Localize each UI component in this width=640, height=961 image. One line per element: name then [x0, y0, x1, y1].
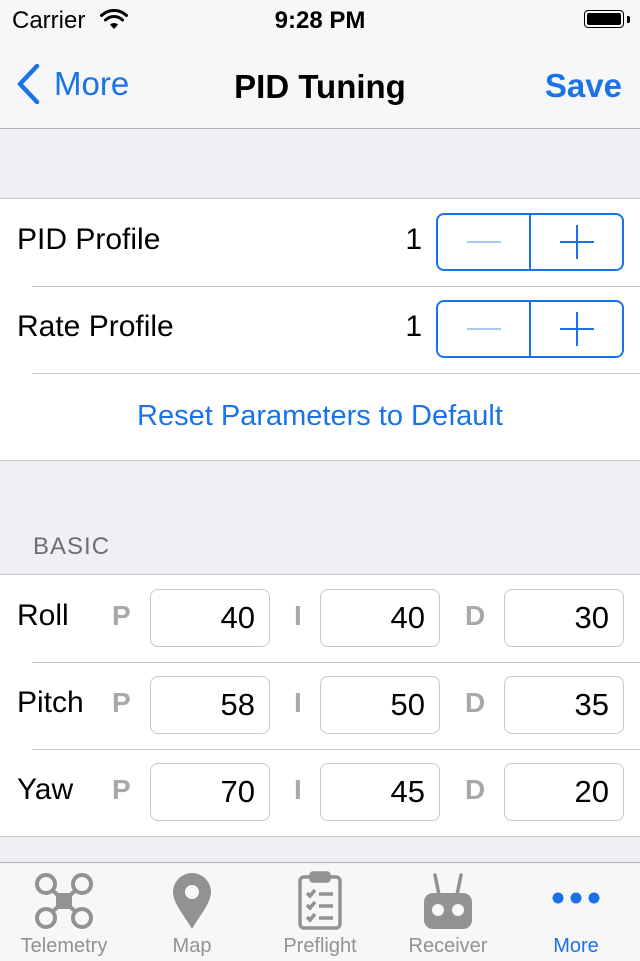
tab-label: Map [172, 935, 212, 957]
rate-profile-label: Rate Profile [17, 310, 174, 343]
yaw-i-input[interactable]: 45 [320, 763, 440, 821]
roll-i-input[interactable]: 40 [320, 589, 440, 647]
remote-control-icon [421, 871, 475, 936]
tab-label: Receiver [408, 935, 488, 957]
section-header-basic: BASIC [33, 533, 111, 560]
pid-profile-stepper [436, 213, 624, 271]
pid-profile-row: PID Profile 1 [0, 199, 640, 286]
pid-profile-label: PID Profile [17, 223, 161, 256]
p-term-label: P [112, 600, 131, 631]
pid-row-roll: Roll P 40 I 40 D 30 [0, 575, 640, 662]
p-term-label: P [112, 687, 131, 718]
yaw-p-input[interactable]: 70 [150, 763, 270, 821]
roll-d-input[interactable]: 30 [504, 589, 624, 647]
battery-icon [584, 10, 630, 30]
status-bar: Carrier 9:28 PM [0, 0, 640, 40]
minus-icon [466, 241, 501, 243]
pid-row-yaw: Yaw P 70 I 45 D 20 [0, 749, 640, 836]
minus-icon [466, 328, 501, 330]
tab-label: Telemetry [20, 935, 108, 957]
tab-map[interactable]: Map [128, 863, 256, 961]
pitch-p-input[interactable]: 58 [150, 676, 270, 734]
i-term-label: I [294, 687, 302, 718]
save-button[interactable]: Save [545, 67, 622, 105]
basic-pid-group: Roll P 40 I 40 D 30 Pitch P 58 I 50 D 35… [0, 574, 640, 837]
pid-profile-decrement-button[interactable] [438, 215, 529, 269]
map-pin-icon [170, 871, 214, 936]
i-term-label: I [294, 774, 302, 805]
d-term-label: D [465, 687, 486, 718]
pitch-i-input[interactable]: 50 [320, 676, 440, 734]
pid-row-pitch: Pitch P 58 I 50 D 35 [0, 662, 640, 749]
tab-label: More [553, 935, 599, 957]
yaw-d-input[interactable]: 20 [504, 763, 624, 821]
tab-receiver[interactable]: Receiver [384, 863, 512, 961]
clipboard-checklist-icon [296, 871, 344, 936]
quadcopter-icon [33, 871, 95, 936]
rate-profile-decrement-button[interactable] [438, 302, 529, 356]
axis-label: Roll [17, 599, 69, 632]
rate-profile-increment-button[interactable] [529, 302, 622, 356]
reset-defaults-button[interactable]: Reset Parameters to Default [0, 400, 640, 433]
pid-profile-value: 1 [405, 223, 422, 256]
tab-preflight[interactable]: Preflight [256, 863, 384, 961]
rate-profile-value: 1 [405, 310, 422, 343]
more-dots-icon [551, 891, 601, 910]
pitch-d-input[interactable]: 35 [504, 676, 624, 734]
tab-label: Preflight [283, 935, 357, 957]
axis-label: Pitch [17, 686, 84, 719]
p-term-label: P [112, 774, 131, 805]
profiles-group: PID Profile 1 Rate Profile 1 Reset Param… [0, 198, 640, 461]
rate-profile-row: Rate Profile 1 [0, 286, 640, 373]
navigation-bar: More PID Tuning Save [0, 40, 640, 129]
i-term-label: I [294, 600, 302, 631]
roll-p-input[interactable]: 40 [150, 589, 270, 647]
d-term-label: D [465, 600, 486, 631]
pid-profile-increment-button[interactable] [529, 215, 622, 269]
reset-row: Reset Parameters to Default [0, 373, 640, 460]
tab-telemetry[interactable]: Telemetry [0, 863, 128, 961]
rate-profile-stepper [436, 300, 624, 358]
tab-bar: Telemetry Map Preflight Receiver More [0, 862, 640, 961]
tab-more[interactable]: More [512, 863, 640, 961]
clock: 9:28 PM [274, 7, 366, 34]
axis-label: Yaw [17, 773, 74, 806]
d-term-label: D [465, 774, 486, 805]
